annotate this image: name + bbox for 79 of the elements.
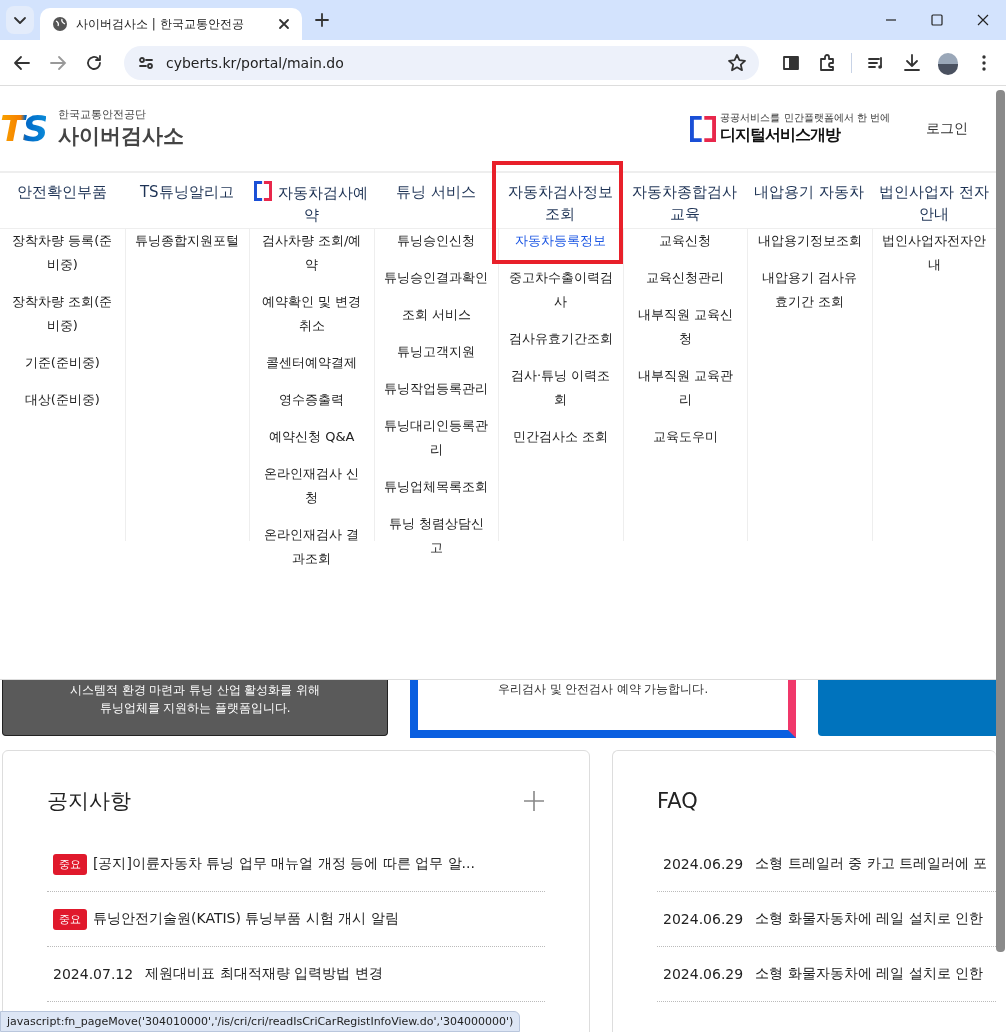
submenu-item[interactable]: 검사차량 조회/예약: [250, 229, 374, 290]
card-text: 시스템적 환경 마련과 튜닝 산업 활성화를 위해: [70, 682, 320, 699]
post-date: 2024.06.29: [663, 911, 744, 927]
post-date: 2024.06.29: [663, 856, 744, 872]
menu-heading[interactable]: 자동차검사정보조회: [498, 173, 623, 229]
submenu-item[interactable]: 조회 서비스: [374, 303, 498, 340]
menu-heading[interactable]: 내압용기 자동차: [747, 173, 872, 229]
submenu-item[interactable]: 튜닝고객지원: [374, 340, 498, 377]
url-text: cyberts.kr/portal/main.do: [166, 54, 344, 71]
tab-title: 사이버검사소 | 한국교통안전공: [76, 15, 245, 33]
post-link[interactable]: 소형 화물자동차에 레일 설치로 인한: [755, 910, 983, 928]
panel-title: 공지사항: [47, 788, 131, 815]
submenu-item[interactable]: 영수증출력: [250, 388, 374, 425]
submenu-item[interactable]: 튜닝대리인등록관리: [374, 414, 498, 475]
submenu-item[interactable]: 예약신청 Q&A: [250, 425, 374, 462]
brand-logo-icon: [690, 115, 717, 142]
avatar-icon[interactable]: [936, 50, 960, 75]
post-link[interactable]: 소형 트레일러 중 카고 트레일러에 포: [755, 855, 988, 873]
post-link[interactable]: 튜닝안전기술원(KATIS) 튜닝부품 시험 개시 알림: [93, 910, 399, 928]
tab-list-icon[interactable]: [6, 6, 34, 34]
submenu-item[interactable]: 내부직원 교육신청: [623, 303, 747, 364]
login-link[interactable]: 로그인: [926, 119, 968, 138]
submenu-item[interactable]: 법인사업자전자안내: [872, 229, 996, 290]
post-date: 2024.06.29: [663, 966, 744, 982]
submenu-item[interactable]: 콜센터예약결제: [250, 351, 374, 388]
site-name: 사이버검사소: [58, 123, 185, 150]
submenu-item[interactable]: 내부직원 교육관리: [623, 364, 747, 425]
browser-tab[interactable]: 사이버검사소 | 한국교통안전공: [40, 8, 302, 40]
submenu-item[interactable]: 장착차량 등록(준비중): [0, 229, 125, 290]
submenu-item[interactable]: 튜닝종합지원포털: [125, 229, 249, 266]
promo-card[interactable]: 우리검사 및 안전검사 예약 가능합니다.: [410, 680, 796, 738]
submenu-item[interactable]: 기준(준비중): [0, 351, 125, 388]
submenu-item[interactable]: 민간검사소 조회: [499, 425, 623, 462]
submenu-item[interactable]: 교육신청관리: [623, 266, 747, 303]
star-icon[interactable]: [727, 52, 747, 73]
submenu-item[interactable]: 튜닝업체목록조회: [374, 475, 498, 512]
important-badge: 중요: [53, 853, 87, 875]
submenu-item[interactable]: 튜닝승인결과확인: [374, 266, 498, 303]
submenu-item[interactable]: 예약확인 및 변경취소: [250, 290, 374, 351]
submenu-item[interactable]: 대상(준비중): [0, 388, 125, 425]
submenu-item[interactable]: 온라인재검사 결과조회: [250, 523, 374, 584]
status-url: javascript:fn_pageMove('304010000','/is/cri/cri/readIsCriCarRegistInfoView.do','304000000'): [0, 1011, 521, 1032]
card-text: 튜닝업체를 지원하는 플랫폼입니다.: [99, 700, 291, 717]
promo-card[interactable]: 시스템적 환경 마련과 튜닝 산업 활성화를 위해 튜닝업체를 지원하는 플랫폼입니다.: [2, 680, 388, 736]
submenu-item[interactable]: 교육신청: [623, 229, 747, 266]
menu-heading[interactable]: TS튜닝알리고: [124, 173, 249, 229]
post-date: 2024.07.12: [53, 966, 134, 982]
submenu-item[interactable]: 온라인재검사 신청: [250, 462, 374, 523]
submenu-item[interactable]: 중고차수출이력검사: [499, 266, 623, 327]
menu-heading[interactable]: 자동차검사예약: [249, 173, 374, 229]
close-icon[interactable]: [276, 16, 292, 32]
banner-title: 디지털서비스개방: [720, 125, 842, 146]
plus-icon[interactable]: [523, 790, 545, 812]
banner-caption: 공공서비스를 민간플랫폼에서 한 번에: [720, 111, 890, 125]
brand-logo-icon: [254, 181, 273, 201]
organization-name: 한국교통안전공단: [58, 107, 148, 122]
scrollbar[interactable]: [996, 90, 1005, 952]
post-link[interactable]: 소형 화물자동차에 레일 설치로 인한: [755, 965, 983, 983]
panel-title: FAQ: [657, 789, 698, 813]
post-link[interactable]: 제원대비표 최대적재량 입력방법 변경: [145, 965, 383, 983]
address-bar[interactable]: cyberts.kr/portal/main.do: [124, 45, 759, 80]
submenu-item[interactable]: 튜닝 청렴상담신고: [374, 512, 498, 573]
menu-heading[interactable]: 안전확인부품: [0, 173, 125, 229]
digital-service-banner[interactable]: 공공서비스를 민간플랫폼에서 한 번에 디지털서비스개방: [690, 111, 890, 146]
submenu-item[interactable]: 장착차량 조회(준비중): [0, 290, 125, 351]
card-text: 우리검사 및 안전검사 예약 가능합니다.: [497, 681, 709, 698]
submenu-item[interactable]: 검사유효기간조회: [499, 327, 623, 364]
menu-heading[interactable]: 튜닝 서비스: [373, 173, 498, 229]
submenu-item[interactable]: 자동차등록정보: [499, 229, 623, 266]
submenu-item[interactable]: 내압용기정보조회: [748, 229, 872, 266]
submenu-item[interactable]: 튜닝승인신청: [374, 229, 498, 266]
submenu-item[interactable]: 튜닝작업등록관리: [374, 377, 498, 414]
post-link[interactable]: [공지]이륜자동차 튜닝 업무 매뉴얼 개정 등에 따른 업무 알...: [93, 855, 475, 873]
globe-icon: [52, 16, 68, 32]
menu-heading[interactable]: 자동차종합검사교육: [622, 173, 747, 229]
submenu-item[interactable]: 검사·튜닝 이력조회: [499, 364, 623, 425]
submenu-item[interactable]: 교육도우미: [623, 425, 747, 462]
submenu-item[interactable]: 내압용기 검사유효기간 조회: [748, 266, 872, 327]
important-badge: 중요: [53, 908, 87, 930]
